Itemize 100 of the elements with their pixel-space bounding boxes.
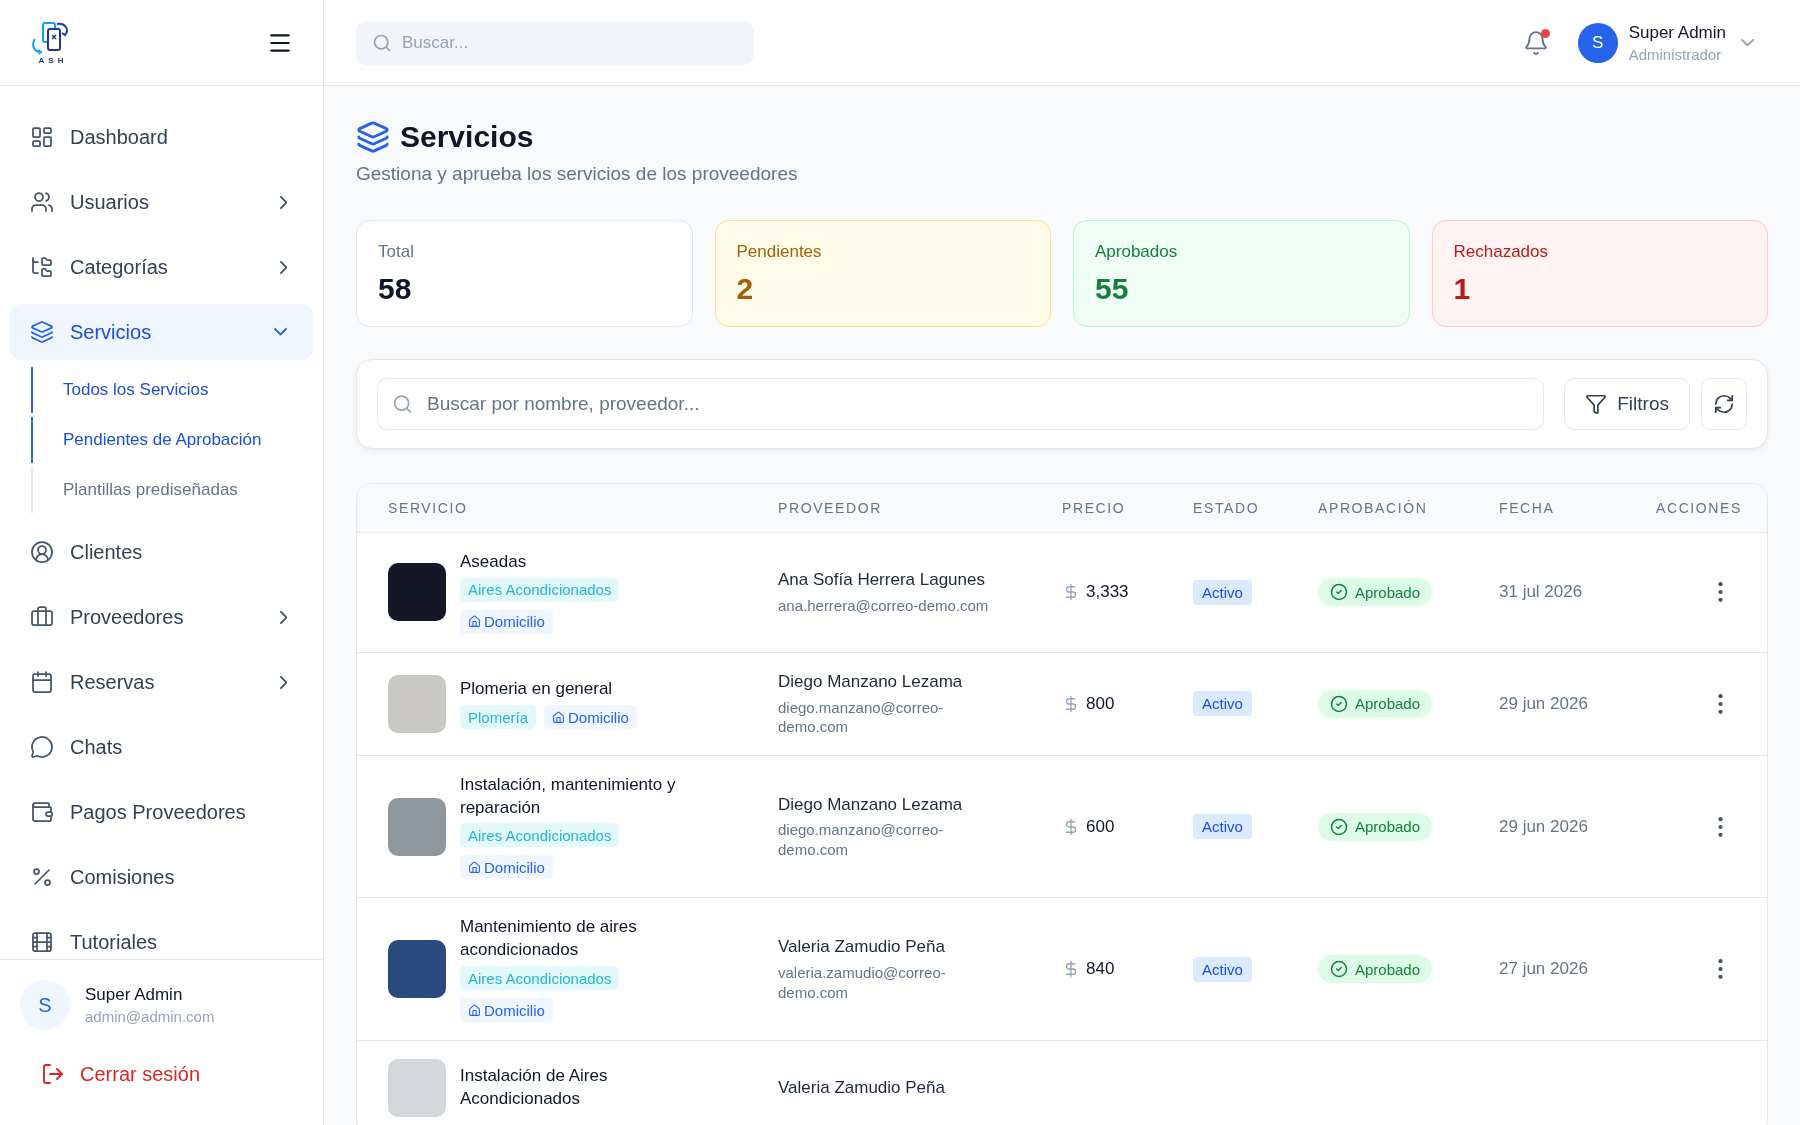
stat-value: 2 (736, 270, 755, 307)
photo-placeholder (388, 1059, 446, 1118)
approval-label: Aprobado (1355, 960, 1421, 978)
date: 29 jun 2026 (1499, 693, 1588, 713)
search-field[interactable]: Buscar por nombre, proveedor... (377, 377, 1545, 430)
nav-item[interactable]: Tutoriales (10, 914, 313, 959)
column-header: PRECIO (1062, 499, 1126, 516)
wallet-icon (30, 800, 54, 824)
price: 600 (1086, 816, 1115, 837)
tag-label: Domicilio (484, 858, 545, 876)
column-header: APROBACIÓN (1318, 499, 1428, 516)
folder-tree-icon (30, 255, 54, 279)
provider-email: diego.manzano@correo-demo.com (778, 820, 945, 860)
user-role: Administrador (1628, 45, 1723, 63)
status-badge: Activo (1193, 956, 1252, 982)
provider-email: diego.manzano@correo-demo.com (778, 697, 945, 737)
house-icon (468, 615, 481, 629)
status-badge: Activo (1193, 814, 1252, 839)
provider-email: valeria.zamudio@correo-demo.com (778, 963, 947, 1003)
tag-label: Domicilio (568, 708, 629, 726)
photo-placeholder (388, 674, 446, 733)
check-circle-icon (1330, 694, 1348, 713)
provider-name: Diego Manzano Lezama (778, 670, 964, 693)
approval-label: Aprobado (1355, 818, 1421, 835)
nav-item[interactable]: Dashboard (10, 109, 313, 165)
film-icon (30, 930, 54, 954)
tag-label: Domicilio (484, 613, 545, 631)
logout-icon (41, 1062, 65, 1086)
column-header: PROVEEDOR (778, 499, 882, 516)
funnel-icon (1585, 392, 1608, 415)
price: 800 (1086, 693, 1115, 714)
sub-nav-item[interactable]: Pendientes de Aprobación (31, 417, 313, 463)
stat-label: Aprobados (1095, 240, 1179, 263)
user-email: admin@admin.com (85, 1008, 215, 1025)
date: 27 jun 2026 (1499, 959, 1588, 979)
filter-button[interactable]: Filtros (1564, 377, 1690, 430)
service-name: Mantenimiento de aires acondicionados (460, 916, 638, 962)
service-name: Instalación de Aires Acondicionados (460, 1065, 609, 1111)
category-tag: Aires Acondicionados (460, 823, 620, 848)
stat-label: Total (378, 240, 415, 263)
nav-item[interactable]: Pagos Proveedores (10, 784, 313, 840)
photo-placeholder (388, 563, 446, 622)
sub-nav-item[interactable]: Todos los Servicios (31, 367, 313, 413)
check-circle-icon (1330, 583, 1348, 602)
page-title: Servicios (400, 120, 534, 154)
chevron-down-icon (1741, 38, 1754, 47)
date: 29 jun 2026 (1499, 816, 1588, 836)
price: 840 (1086, 959, 1115, 980)
user-circle-icon (30, 540, 54, 564)
provider-name: Valeria Zamudio Peña (778, 936, 946, 959)
provider-email: ana.herrera@correo-demo.com (778, 595, 990, 616)
nav-item[interactable]: Categorías (10, 239, 313, 295)
users-icon (30, 190, 54, 214)
category-tag: Aires Acondicionados (460, 966, 620, 991)
logout-button[interactable]: Cerrar sesión (20, 1054, 222, 1094)
stat-value: 58 (378, 270, 413, 307)
status-badge: Activo (1193, 579, 1252, 605)
refresh-button[interactable] (1701, 377, 1747, 430)
tag-label: Domicilio (484, 1001, 545, 1019)
photo-placeholder (388, 797, 446, 856)
calendar-icon (30, 670, 54, 694)
nav-item[interactable]: Comisiones (10, 849, 313, 905)
stat-value: 1 (1453, 270, 1472, 307)
column-header: SERVICIO (388, 499, 468, 516)
user-avatar: S (1577, 22, 1618, 63)
status-badge: Activo (1193, 691, 1252, 717)
nav-item[interactable]: Servicios (10, 304, 313, 360)
check-circle-icon (1330, 960, 1348, 979)
briefcase-icon (30, 605, 54, 629)
percent-icon (30, 865, 54, 889)
house-icon (468, 1003, 481, 1017)
price: 3,333 (1086, 582, 1129, 603)
provider-name: Ana Sofía Herrera Lagunes (778, 568, 986, 591)
stat-label: Rechazados (1453, 240, 1549, 263)
bell-icon (1522, 29, 1549, 56)
column-header: FECHA (1499, 499, 1555, 516)
page-subtitle: Gestiona y aprueba los servicios de los proveedores (356, 162, 799, 186)
category-tag: Plomería (460, 705, 537, 730)
sub-nav-item[interactable]: Plantillas prediseñadas (31, 467, 313, 513)
more-vertical-icon (1718, 816, 1723, 837)
provider-name: Valeria Zamudio Peña (778, 1076, 946, 1099)
more-vertical-icon (1718, 959, 1723, 980)
service-name: Instalación, mantenimiento y reparación (460, 773, 677, 819)
layers-icon (30, 320, 54, 344)
nav-item[interactable]: Reservas (10, 654, 313, 710)
search-field[interactable]: Buscar... (356, 20, 754, 65)
house-icon (552, 710, 566, 724)
stat-label: Pendientes (736, 240, 823, 263)
refresh-icon (1713, 392, 1735, 415)
check-circle-icon (1330, 817, 1348, 836)
layers-icon (356, 120, 390, 154)
nav-item[interactable]: Clientes (10, 524, 313, 580)
nav-item[interactable]: Proveedores (10, 589, 313, 645)
nav-item[interactable]: Usuarios (10, 174, 313, 230)
house-icon (468, 860, 481, 874)
date: 31 jul 2026 (1499, 582, 1583, 602)
nav-item[interactable]: Chats (10, 719, 313, 775)
user-avatar: S (20, 980, 70, 1030)
column-header: ESTADO (1193, 499, 1260, 516)
approval-label: Aprobado (1355, 695, 1421, 713)
